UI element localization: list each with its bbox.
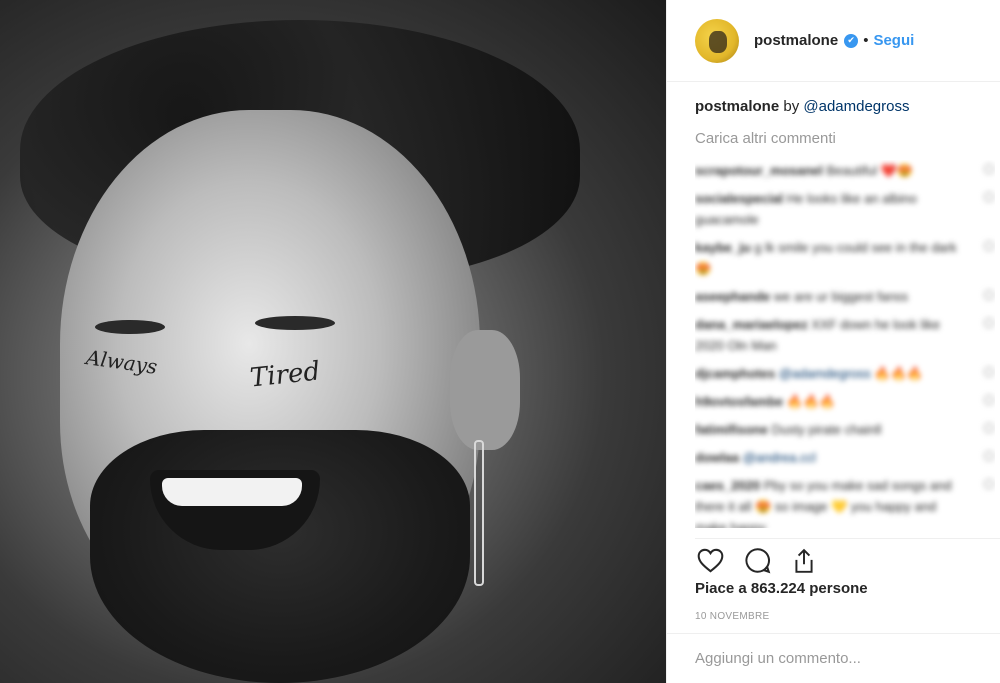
comment-like-icon[interactable]: [984, 423, 994, 433]
comment-username[interactable]: socialespecial: [695, 191, 783, 206]
comment-item: caes_2020 Pby so you make sad songs and …: [695, 475, 994, 528]
comment-text: we are ur biggest fanss: [773, 289, 909, 304]
comment-like-icon[interactable]: [984, 451, 994, 461]
add-comment-bar: [667, 633, 1000, 683]
caption-by: by: [783, 98, 800, 115]
header-username[interactable]: postmalone: [754, 32, 838, 49]
comment-like-icon[interactable]: [984, 367, 994, 377]
comment-like-icon[interactable]: [984, 241, 994, 251]
comment-username[interactable]: h9ovtosfambe: [695, 394, 783, 409]
comment-username[interactable]: djcamphotes: [695, 366, 775, 381]
caption-username[interactable]: postmalone: [695, 98, 779, 115]
follow-button[interactable]: Segui: [873, 32, 914, 49]
post-date[interactable]: 10 NOVEMBRE: [695, 611, 769, 622]
comment-text[interactable]: @andrea.ccl: [743, 450, 816, 465]
comment-item: kaybe_ju g lk smile you could see in the…: [695, 237, 994, 279]
comment-username[interactable]: caes_2020: [695, 478, 760, 493]
likes-count[interactable]: Piace a 863.224 persone: [695, 580, 868, 597]
comment-item: aseephande we are ur biggest fanss: [695, 286, 994, 307]
comment-item: djcamphotes @adamdegross 🔥🔥🔥: [695, 363, 994, 384]
comment-item: fatimifisone Dusty pirate chainll: [695, 419, 994, 440]
comments-list[interactable]: scrapotour_mosanel Beautiful ❤️😍 sociale…: [695, 160, 995, 528]
comment-username[interactable]: dana_mariaelopez: [695, 317, 808, 332]
comment-username[interactable]: kaybe_ju: [695, 240, 751, 255]
avatar[interactable]: [695, 18, 739, 63]
photo-eye-left: [95, 320, 165, 334]
comment-username[interactable]: fatimifisone: [695, 422, 768, 437]
comment-username[interactable]: aseephande: [695, 289, 770, 304]
load-more-comments-button[interactable]: Carica altri commenti: [695, 130, 836, 147]
photo-earring: [474, 440, 484, 586]
photo-teeth: [162, 478, 302, 506]
comment-like-icon[interactable]: [984, 479, 994, 489]
comment-like-icon[interactable]: [984, 192, 994, 202]
comment-text[interactable]: @adamdegross 🔥🔥🔥: [779, 366, 923, 381]
comment-username[interactable]: dowlaa: [695, 450, 739, 465]
post-header: postmalone ✔ • Segui: [667, 0, 1000, 82]
photo-ear: [450, 330, 520, 450]
comment-like-icon[interactable]: [984, 395, 994, 405]
caption-mention-link[interactable]: @adamdegross: [803, 98, 909, 115]
comment-item: h9ovtosfambe 🔥🔥🔥: [695, 391, 994, 412]
verified-badge-icon: ✔: [844, 33, 859, 48]
comment-like-icon[interactable]: [984, 164, 994, 174]
comment-item: dowlaa @andrea.ccl: [695, 447, 994, 468]
comment-text: Dusty pirate chainll: [771, 422, 882, 437]
comment-like-icon[interactable]: [984, 318, 994, 328]
comment-item: scrapotour_mosanel Beautiful ❤️😍: [695, 160, 994, 181]
comment-item: dana_mariaelopez XXF down he look like 2…: [695, 314, 994, 356]
post-side-panel: postmalone ✔ • Segui postmalone by @adam…: [666, 0, 1000, 683]
comment-text: Beautiful ❤️😍: [826, 163, 914, 178]
share-icon[interactable]: [789, 546, 819, 576]
header-separator: •: [863, 32, 869, 49]
post-caption: postmalone by @adamdegross: [695, 98, 910, 115]
comment-icon[interactable]: [742, 546, 772, 576]
comment-like-icon[interactable]: [984, 290, 994, 300]
post-actions-bar: [695, 538, 1000, 578]
comment-item: socialespecial He looks like an albino g…: [695, 188, 994, 230]
post-photo[interactable]: Tired Always: [0, 0, 666, 683]
heart-icon[interactable]: [695, 546, 725, 576]
comment-text: 🔥🔥🔥: [786, 394, 836, 409]
photo-beard: [90, 430, 470, 683]
add-comment-input[interactable]: [695, 650, 975, 667]
photo-eye-right: [255, 316, 335, 330]
comment-username[interactable]: scrapotour_mosanel: [695, 163, 823, 178]
